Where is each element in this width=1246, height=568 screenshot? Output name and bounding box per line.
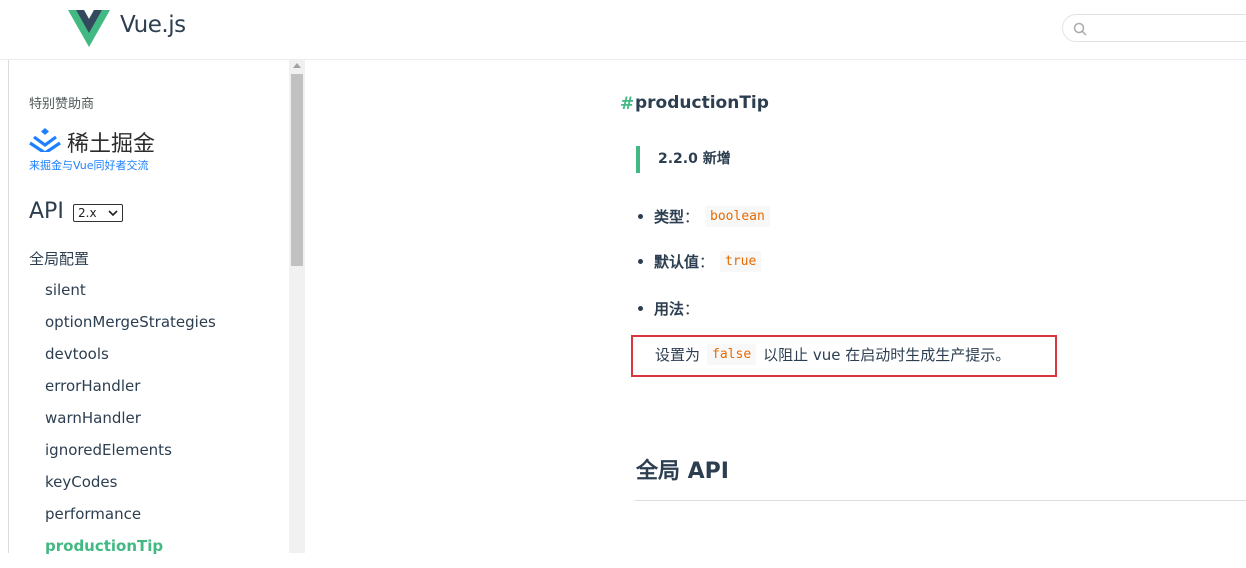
usage-code: false bbox=[707, 344, 757, 365]
vue-logo-icon[interactable] bbox=[68, 10, 110, 47]
scrollbar-thumb[interactable] bbox=[291, 74, 303, 266]
sidebar-item-devtools[interactable]: devtools bbox=[45, 344, 216, 376]
sidebar-item-option-merge-strategies[interactable]: optionMergeStrategies bbox=[45, 312, 216, 344]
sidebar-nav-list: silent optionMergeStrategies devtools error… bbox=[45, 280, 216, 568]
sponsor-logo[interactable]: 稀土掘金 来掘金与Vue同好者交流 bbox=[29, 126, 169, 172]
sponsor-label: 特别赞助商 bbox=[29, 97, 95, 112]
sidebar: 特别赞助商 稀土掘金 来掘金与Vue同好者交流 API 2.x 全局配置 sil… bbox=[9, 60, 289, 555]
type-value: boolean bbox=[705, 206, 770, 227]
sidebar-item-production-tip[interactable]: productionTip bbox=[45, 536, 216, 568]
sidebar-item-error-handler[interactable]: errorHandler bbox=[45, 376, 216, 408]
usage-description: 设置为 false 以阻止 vue 在启动时生成生产提示。 bbox=[655, 344, 1010, 365]
sponsor-tagline: 来掘金与Vue同好者交流 bbox=[29, 159, 149, 172]
sidebar-item-performance[interactable]: performance bbox=[45, 504, 216, 536]
version-tip: 2.2.0 新增 bbox=[636, 146, 731, 173]
top-header: Vue.js bbox=[0, 0, 1246, 60]
chevron-down-icon bbox=[108, 210, 118, 216]
version-select[interactable]: 2.x bbox=[73, 204, 123, 222]
bullet-icon bbox=[638, 259, 643, 264]
version-selected-value: 2.x bbox=[78, 206, 97, 220]
usage-label: 用法 bbox=[654, 300, 685, 318]
type-list-item: 类型： boolean bbox=[638, 206, 770, 227]
sidebar-item-silent[interactable]: silent bbox=[45, 280, 216, 312]
default-value: true bbox=[720, 251, 762, 272]
api-title: API bbox=[29, 199, 64, 224]
search-icon bbox=[1073, 22, 1087, 36]
main-content: # productionTip 2.2.0 新增 类型： boolean 默认值… bbox=[305, 60, 1246, 553]
sidebar-item-ignored-elements[interactable]: ignoredElements bbox=[45, 440, 216, 472]
sidebar-scrollbar[interactable] bbox=[289, 60, 305, 553]
usage-colon: ： bbox=[684, 300, 700, 318]
default-colon: ： bbox=[699, 253, 715, 271]
type-label: 类型 bbox=[654, 208, 685, 226]
heading-anchor-link[interactable]: # bbox=[620, 94, 634, 114]
usage-suffix: 以阻止 vue 在启动时生成生产提示。 bbox=[763, 346, 1011, 364]
usage-list-item: 用法： bbox=[638, 298, 699, 319]
default-list-item: 默认值： true bbox=[638, 251, 762, 272]
window-left-edge bbox=[0, 0, 9, 553]
juejin-logo-icon bbox=[29, 128, 61, 152]
default-label: 默认值 bbox=[654, 253, 700, 271]
section-heading-global-api: 全局 API bbox=[636, 459, 729, 484]
brand-title[interactable]: Vue.js bbox=[120, 12, 186, 38]
type-colon: ： bbox=[684, 208, 700, 226]
scroll-up-arrow-icon[interactable] bbox=[293, 63, 301, 68]
heading-divider bbox=[635, 500, 1246, 501]
page-title: productionTip bbox=[635, 93, 769, 113]
usage-prefix: 设置为 bbox=[655, 346, 701, 364]
sponsor-name: 稀土掘金 bbox=[67, 132, 156, 157]
bullet-icon bbox=[638, 306, 643, 311]
bullet-icon bbox=[638, 214, 643, 219]
sidebar-item-warn-handler[interactable]: warnHandler bbox=[45, 408, 216, 440]
sidebar-item-key-codes[interactable]: keyCodes bbox=[45, 472, 216, 504]
section-global-config[interactable]: 全局配置 bbox=[29, 248, 89, 269]
search-input[interactable] bbox=[1062, 14, 1246, 42]
